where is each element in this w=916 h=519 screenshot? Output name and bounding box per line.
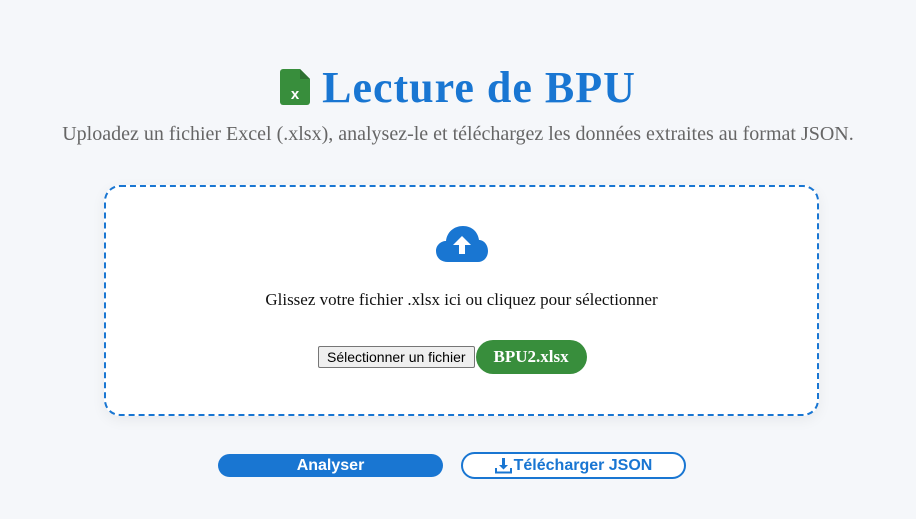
select-file-button[interactable]: Sélectionner un fichier (318, 346, 475, 368)
page-subtitle: Uploadez un fichier Excel (.xlsx), analy… (62, 123, 854, 145)
download-json-button[interactable]: Télécharger JSON (461, 452, 686, 479)
svg-text:x: x (291, 86, 300, 103)
file-dropzone[interactable]: Glissez votre fichier .xlsx ici ou cliqu… (104, 185, 819, 416)
action-bar: Analyser Télécharger JSON (0, 452, 916, 479)
download-json-label: Télécharger JSON (513, 457, 653, 474)
file-excel-icon: x (280, 69, 311, 105)
selected-file-badge: BPU2.xlsx (475, 340, 587, 374)
page-title: Lecture de BPU (322, 63, 636, 112)
file-selector: Sélectionner un fichier BPU2.xlsx (318, 340, 587, 374)
dropzone-instruction: Glissez votre fichier .xlsx ici ou cliqu… (265, 290, 658, 309)
analyse-button[interactable]: Analyser (218, 454, 443, 477)
page-header: x Lecture de BPU (0, 62, 916, 114)
download-icon (494, 457, 512, 473)
cloud-upload-icon (436, 226, 488, 262)
